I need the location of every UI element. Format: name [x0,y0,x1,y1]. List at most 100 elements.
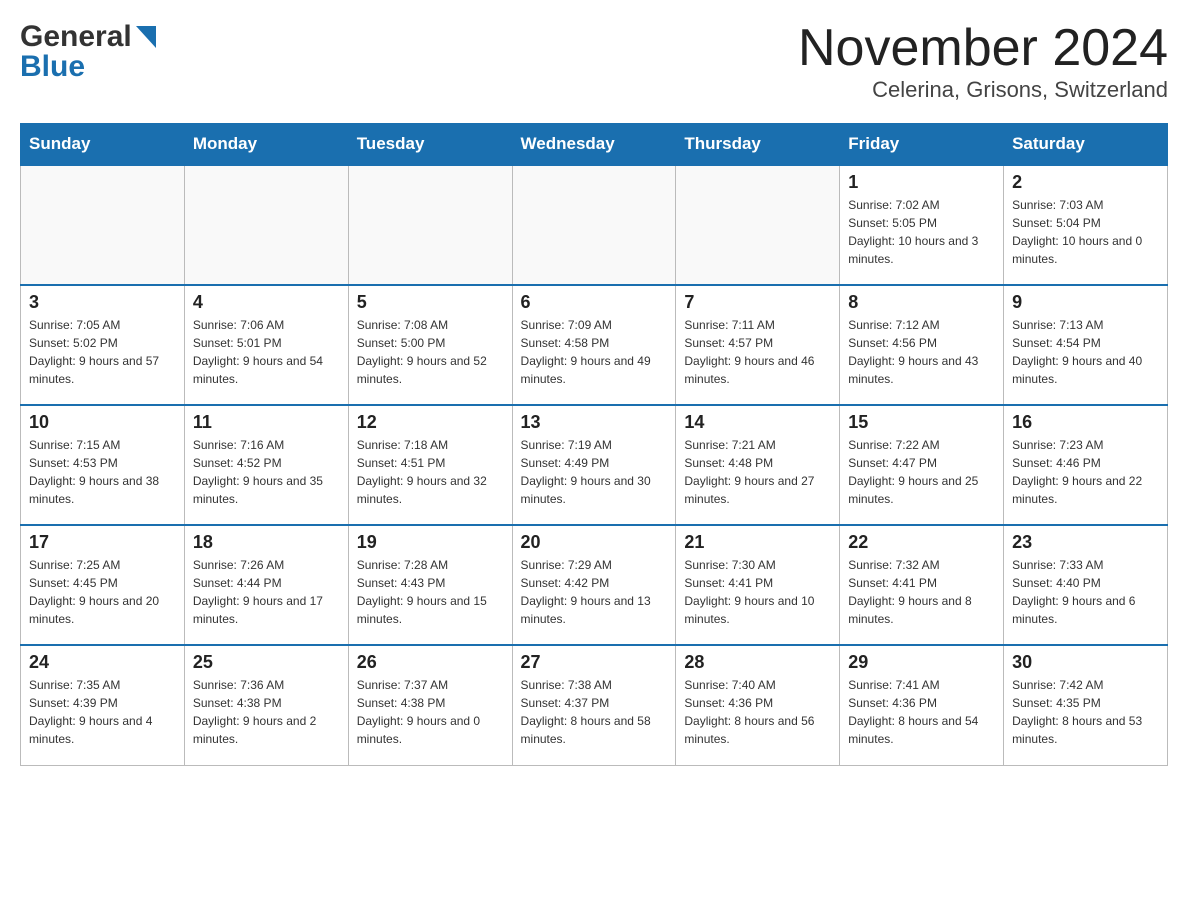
day-number: 16 [1012,412,1159,433]
day-number: 15 [848,412,995,433]
day-info: Sunrise: 7:26 AM Sunset: 4:44 PM Dayligh… [193,556,340,628]
day-info: Sunrise: 7:25 AM Sunset: 4:45 PM Dayligh… [29,556,176,628]
calendar-header-row: SundayMondayTuesdayWednesdayThursdayFrid… [21,124,1168,166]
day-number: 27 [521,652,668,673]
calendar-cell: 21 Sunrise: 7:30 AM Sunset: 4:41 PM Dayli… [676,525,840,645]
calendar-header-monday: Monday [184,124,348,166]
day-number: 21 [684,532,831,553]
day-info: Sunrise: 7:40 AM Sunset: 4:36 PM Dayligh… [684,676,831,748]
calendar-cell: 28 Sunrise: 7:40 AM Sunset: 4:36 PM Dayli… [676,645,840,765]
day-info: Sunrise: 7:09 AM Sunset: 4:58 PM Dayligh… [521,316,668,388]
day-info: Sunrise: 7:21 AM Sunset: 4:48 PM Dayligh… [684,436,831,508]
day-number: 1 [848,172,995,193]
day-info: Sunrise: 7:19 AM Sunset: 4:49 PM Dayligh… [521,436,668,508]
day-number: 5 [357,292,504,313]
day-info: Sunrise: 7:05 AM Sunset: 5:02 PM Dayligh… [29,316,176,388]
calendar-cell: 6 Sunrise: 7:09 AM Sunset: 4:58 PM Daylig… [512,285,676,405]
calendar-cell: 11 Sunrise: 7:16 AM Sunset: 4:52 PM Dayli… [184,405,348,525]
calendar-cell: 22Sunrise: 7:32 AM Sunset: 4:41 PM Dayli… [840,525,1004,645]
day-info: Sunrise: 7:13 AM Sunset: 4:54 PM Dayligh… [1012,316,1159,388]
logo-blue-text: Blue [20,50,156,84]
month-title: November 2024 [798,20,1168,77]
calendar-cell [184,165,348,285]
day-info: Sunrise: 7:03 AM Sunset: 5:04 PM Dayligh… [1012,196,1159,268]
day-info: Sunrise: 7:29 AM Sunset: 4:42 PM Dayligh… [521,556,668,628]
day-info: Sunrise: 7:06 AM Sunset: 5:01 PM Dayligh… [193,316,340,388]
location-title: Celerina, Grisons, Switzerland [798,77,1168,103]
calendar-header-friday: Friday [840,124,1004,166]
day-number: 13 [521,412,668,433]
day-number: 7 [684,292,831,313]
day-info: Sunrise: 7:23 AM Sunset: 4:46 PM Dayligh… [1012,436,1159,508]
day-number: 22 [848,532,995,553]
calendar-cell [512,165,676,285]
calendar-cell: 18Sunrise: 7:26 AM Sunset: 4:44 PM Dayli… [184,525,348,645]
calendar-cell: 16 Sunrise: 7:23 AM Sunset: 4:46 PM Dayli… [1004,405,1168,525]
day-info: Sunrise: 7:12 AM Sunset: 4:56 PM Dayligh… [848,316,995,388]
calendar-header-tuesday: Tuesday [348,124,512,166]
calendar-cell: 15 Sunrise: 7:22 AM Sunset: 4:47 PM Dayli… [840,405,1004,525]
day-number: 2 [1012,172,1159,193]
calendar-cell: 5 Sunrise: 7:08 AM Sunset: 5:00 PM Daylig… [348,285,512,405]
day-info: Sunrise: 7:33 AM Sunset: 4:40 PM Dayligh… [1012,556,1159,628]
calendar-cell: 29 Sunrise: 7:41 AM Sunset: 4:36 PM Dayli… [840,645,1004,765]
calendar-header-sunday: Sunday [21,124,185,166]
calendar-cell: 12 Sunrise: 7:18 AM Sunset: 4:51 PM Dayli… [348,405,512,525]
day-info: Sunrise: 7:38 AM Sunset: 4:37 PM Dayligh… [521,676,668,748]
day-info: Sunrise: 7:18 AM Sunset: 4:51 PM Dayligh… [357,436,504,508]
day-number: 23 [1012,532,1159,553]
day-number: 28 [684,652,831,673]
calendar-cell: 3 Sunrise: 7:05 AM Sunset: 5:02 PM Daylig… [21,285,185,405]
day-number: 6 [521,292,668,313]
day-number: 8 [848,292,995,313]
calendar-cell [348,165,512,285]
calendar-cell: 17 Sunrise: 7:25 AM Sunset: 4:45 PM Dayli… [21,525,185,645]
calendar-header-thursday: Thursday [676,124,840,166]
day-number: 20 [521,532,668,553]
calendar-cell [21,165,185,285]
day-info: Sunrise: 7:36 AM Sunset: 4:38 PM Dayligh… [193,676,340,748]
day-number: 17 [29,532,176,553]
calendar-header-saturday: Saturday [1004,124,1168,166]
day-info: Sunrise: 7:35 AM Sunset: 4:39 PM Dayligh… [29,676,176,748]
logo: General Blue [20,20,156,84]
day-number: 29 [848,652,995,673]
calendar-cell [676,165,840,285]
day-info: Sunrise: 7:16 AM Sunset: 4:52 PM Dayligh… [193,436,340,508]
calendar-cell: 4Sunrise: 7:06 AM Sunset: 5:01 PM Daylig… [184,285,348,405]
calendar-header-wednesday: Wednesday [512,124,676,166]
calendar-cell: 9 Sunrise: 7:13 AM Sunset: 4:54 PM Daylig… [1004,285,1168,405]
week-row-4: 17 Sunrise: 7:25 AM Sunset: 4:45 PM Dayli… [21,525,1168,645]
calendar-cell: 26Sunrise: 7:37 AM Sunset: 4:38 PM Dayli… [348,645,512,765]
day-number: 12 [357,412,504,433]
day-number: 3 [29,292,176,313]
calendar-cell: 20 Sunrise: 7:29 AM Sunset: 4:42 PM Dayli… [512,525,676,645]
day-number: 25 [193,652,340,673]
calendar-cell: 23 Sunrise: 7:33 AM Sunset: 4:40 PM Dayli… [1004,525,1168,645]
calendar-cell: 27 Sunrise: 7:38 AM Sunset: 4:37 PM Dayli… [512,645,676,765]
calendar-cell: 24Sunrise: 7:35 AM Sunset: 4:39 PM Dayli… [21,645,185,765]
day-number: 11 [193,412,340,433]
calendar-cell: 10Sunrise: 7:15 AM Sunset: 4:53 PM Dayli… [21,405,185,525]
day-info: Sunrise: 7:41 AM Sunset: 4:36 PM Dayligh… [848,676,995,748]
day-info: Sunrise: 7:37 AM Sunset: 4:38 PM Dayligh… [357,676,504,748]
calendar-cell: 7Sunrise: 7:11 AM Sunset: 4:57 PM Daylig… [676,285,840,405]
logo-flag-icon [136,26,156,48]
day-info: Sunrise: 7:22 AM Sunset: 4:47 PM Dayligh… [848,436,995,508]
calendar-cell: 8 Sunrise: 7:12 AM Sunset: 4:56 PM Daylig… [840,285,1004,405]
day-info: Sunrise: 7:02 AM Sunset: 5:05 PM Dayligh… [848,196,995,268]
title-block: November 2024 Celerina, Grisons, Switzer… [798,20,1168,103]
day-info: Sunrise: 7:08 AM Sunset: 5:00 PM Dayligh… [357,316,504,388]
week-row-3: 10Sunrise: 7:15 AM Sunset: 4:53 PM Dayli… [21,405,1168,525]
week-row-1: 1 Sunrise: 7:02 AM Sunset: 5:05 PM Daylig… [21,165,1168,285]
page-header: General Blue November 2024 Celerina, Gri… [20,20,1168,103]
day-info: Sunrise: 7:30 AM Sunset: 4:41 PM Dayligh… [684,556,831,628]
day-info: Sunrise: 7:28 AM Sunset: 4:43 PM Dayligh… [357,556,504,628]
day-number: 14 [684,412,831,433]
day-number: 9 [1012,292,1159,313]
logo-general-text: General [20,20,132,54]
calendar-cell: 30Sunrise: 7:42 AM Sunset: 4:35 PM Dayli… [1004,645,1168,765]
calendar-cell: 13 Sunrise: 7:19 AM Sunset: 4:49 PM Dayli… [512,405,676,525]
day-number: 30 [1012,652,1159,673]
calendar-cell: 25 Sunrise: 7:36 AM Sunset: 4:38 PM Dayli… [184,645,348,765]
